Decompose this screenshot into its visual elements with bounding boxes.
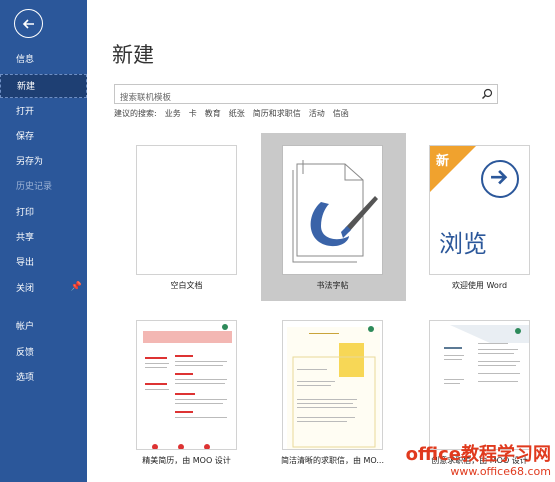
backstage-window: 信息 新建 打开 保存 另存为 历史记录 打印 共享 导出 关闭 帐户 反馈 选…	[0, 0, 555, 482]
template-thumb-calligraphy[interactable]	[282, 145, 383, 275]
calligraphy-brush-icon	[292, 160, 378, 263]
suggested-searches: 建议的搜索: 业务 卡 教育 纸张 简历和求职信 活动 信函	[114, 108, 349, 119]
search-icon[interactable]	[481, 88, 493, 100]
suggest-link-card[interactable]: 卡	[189, 108, 197, 119]
search-box[interactable]	[114, 84, 498, 107]
sidebar-item-new[interactable]: 新建	[0, 74, 87, 98]
template-thumb-blank[interactable]	[136, 145, 237, 275]
suggest-link-letter[interactable]: 信函	[333, 108, 349, 119]
suggest-link-education[interactable]: 教育	[205, 108, 221, 119]
search-input[interactable]	[115, 89, 470, 107]
template-label-cover-letter[interactable]: 简洁清晰的求职信，由 MO...	[269, 455, 396, 466]
sidebar-item-info[interactable]: 信息	[0, 48, 87, 72]
suggest-link-resume[interactable]: 简历和求职信	[253, 108, 301, 119]
site-watermark: office教程学习网 www.office68.com	[405, 444, 551, 479]
sidebar-item-feedback[interactable]: 反馈	[0, 341, 87, 365]
sidebar-item-account[interactable]: 帐户	[0, 315, 87, 339]
template-label-calligraphy[interactable]: 书法字帖	[282, 280, 383, 291]
sidebar-item-print[interactable]: 打印	[0, 201, 87, 225]
new-badge-label: 新	[436, 154, 450, 169]
resume-preview-icon	[143, 324, 232, 449]
browse-preview-text: 浏览	[439, 230, 487, 258]
template-thumb-cover-letter[interactable]	[282, 320, 383, 450]
template-label-blank[interactable]: 空白文档	[136, 280, 237, 291]
suggest-link-business[interactable]: 业务	[165, 108, 181, 119]
sidebar-item-save-as[interactable]: 另存为	[0, 150, 87, 174]
back-button[interactable]	[14, 9, 43, 38]
cover-letter-preview-icon	[287, 326, 380, 449]
sidebar-item-share[interactable]: 共享	[0, 226, 87, 250]
watermark-title: office教程学习网	[405, 444, 551, 465]
suggest-link-event[interactable]: 活动	[309, 108, 325, 119]
page-title: 新建	[112, 43, 154, 67]
sidebar-item-options[interactable]: 选项	[0, 366, 87, 390]
template-thumb-resume[interactable]	[136, 320, 237, 450]
pin-icon[interactable]: 📌	[71, 282, 82, 292]
template-thumb-creative-letter[interactable]	[429, 320, 530, 450]
sidebar-item-open[interactable]: 打开	[0, 100, 87, 124]
suggest-link-paper[interactable]: 纸张	[229, 108, 245, 119]
back-arrow-icon	[22, 18, 34, 29]
template-label-welcome[interactable]: 欢迎使用 Word	[429, 280, 530, 291]
sidebar-item-export[interactable]: 导出	[0, 251, 87, 275]
new-document-pane: 新建 建议的搜索: 业务 卡 教育 纸张 简历和求职信 活动 信函 空白文档	[71, 0, 555, 482]
sidebar-item-history[interactable]: 历史记录	[0, 175, 87, 199]
sidebar-item-save[interactable]: 保存	[0, 125, 87, 149]
template-thumb-welcome[interactable]: 新 浏览	[429, 145, 530, 275]
arrow-right-circle-icon	[481, 160, 519, 198]
template-label-resume[interactable]: 精美简历，由 MOO 设计	[136, 455, 237, 466]
suggested-searches-label: 建议的搜索:	[114, 109, 157, 118]
creative-letter-preview-icon	[444, 325, 529, 384]
backstage-sidebar: 信息 新建 打开 保存 另存为 历史记录 打印 共享 导出 关闭 帐户 反馈 选…	[0, 0, 87, 482]
watermark-url: www.office68.com	[450, 465, 551, 478]
